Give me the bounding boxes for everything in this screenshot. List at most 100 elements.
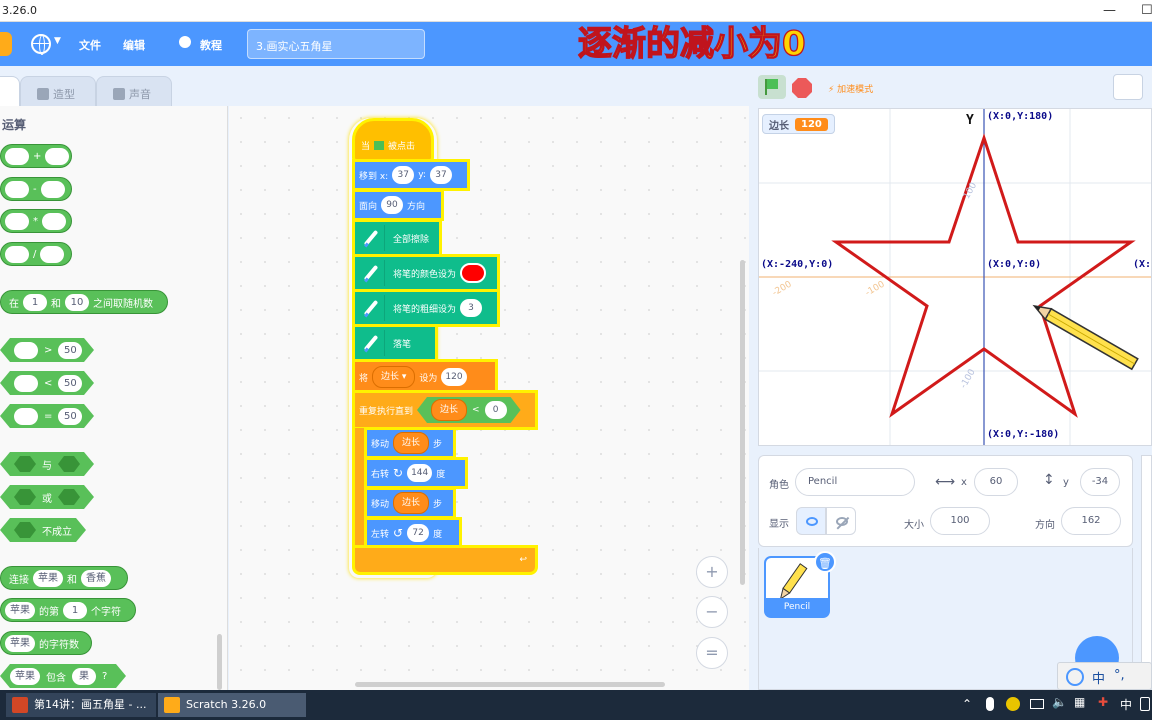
add-block[interactable]: + (0, 144, 72, 168)
code-vertical-scrollbar[interactable] (740, 260, 745, 585)
point-in-direction-block[interactable]: 面向 90 方向 (352, 189, 444, 221)
direction-input[interactable]: 90 (381, 196, 404, 214)
less-than-block[interactable]: <50 (0, 371, 94, 395)
slot[interactable]: 1 (23, 293, 47, 311)
taskbar-app-scratch[interactable]: Scratch 3.26.0 (158, 693, 306, 717)
slot[interactable] (14, 408, 38, 425)
slot[interactable] (5, 147, 29, 165)
and-block[interactable]: 与 (0, 452, 94, 476)
move-steps-block[interactable]: 移动 边长 步 (364, 487, 456, 519)
equals-block[interactable]: = 50 (0, 404, 94, 428)
stop-button[interactable] (792, 78, 812, 98)
chevron-down-icon[interactable]: ▼ (54, 36, 61, 46)
slot[interactable] (14, 375, 38, 392)
condition-slot[interactable]: 边长 < 0 (417, 397, 521, 423)
size-input[interactable]: 100 (930, 507, 990, 535)
value-input[interactable]: 120 (441, 368, 467, 386)
when-flag-clicked-block[interactable]: 当 被点击 (352, 118, 434, 162)
not-block[interactable]: 不成立 (0, 518, 86, 542)
degrees-input[interactable]: 72 (407, 524, 430, 542)
x-input[interactable]: 37 (392, 166, 415, 184)
tutorials-bulb-icon[interactable] (179, 36, 191, 48)
zoom-reset-button[interactable]: = (696, 637, 728, 669)
slot[interactable] (40, 180, 65, 198)
zoom-out-button[interactable]: − (696, 596, 728, 628)
tab-sounds[interactable]: 声音 (96, 76, 172, 108)
slot[interactable]: 果 (72, 668, 96, 685)
show-hidden-toggle[interactable] (826, 507, 856, 535)
pen-clear-block[interactable]: 全部擦除 (352, 219, 442, 257)
repeat-until-end[interactable]: ↩ (352, 545, 538, 575)
project-name-input[interactable]: 3.画实心五角星 (247, 29, 425, 59)
slot[interactable] (14, 489, 36, 505)
slot[interactable]: 50 (58, 342, 82, 359)
tray-chevron-icon[interactable]: ⌃ (962, 697, 972, 711)
microphone-icon[interactable] (986, 697, 994, 711)
join-block[interactable]: 连接 苹果 和 香蕉 (0, 566, 128, 590)
variable-reporter[interactable]: 边长 (431, 399, 467, 421)
variable-reporter[interactable]: 边长 (393, 432, 430, 454)
volume-icon[interactable]: 🔈 (1052, 695, 1067, 709)
tab-code[interactable] (0, 76, 20, 108)
slot[interactable] (42, 212, 66, 230)
ime-taskbar-indicator[interactable]: 中 (1120, 696, 1132, 713)
set-pen-size-block[interactable]: 将笔的粗细设为 3 (352, 289, 500, 327)
slot[interactable]: 香蕉 (81, 569, 111, 587)
set-pen-color-block[interactable]: 将笔的颜色设为 (352, 254, 500, 292)
contains-block[interactable]: 苹果 包含 果 ? (0, 664, 126, 688)
slot[interactable] (45, 147, 70, 165)
length-of-block[interactable]: 苹果 的字符数 (0, 631, 92, 655)
zoom-in-button[interactable]: + (696, 556, 728, 588)
or-block[interactable]: 或 (0, 485, 94, 509)
green-flag-button[interactable] (758, 75, 786, 99)
greater-than-block[interactable]: >50 (0, 338, 94, 362)
menu-file[interactable]: 文件 (79, 37, 101, 53)
ime-punctuation-icon[interactable]: °, (1114, 668, 1125, 683)
slot[interactable] (14, 522, 36, 538)
random-block[interactable]: 在 1 和 10 之间取随机数 (0, 290, 168, 314)
antivirus-icon[interactable]: ✚ (1098, 695, 1108, 709)
menu-edit[interactable]: 编辑 (123, 37, 145, 53)
stage-layout-button[interactable] (1113, 74, 1143, 100)
slot[interactable] (5, 180, 29, 198)
slot[interactable] (5, 245, 29, 263)
slot[interactable]: 50 (58, 375, 82, 392)
slot[interactable] (14, 342, 38, 359)
repeat-until-block[interactable]: 重复执行直到 边长 < 0 (352, 390, 538, 430)
slot[interactable] (40, 245, 65, 263)
tray-app-icon[interactable] (1006, 697, 1020, 711)
slot[interactable] (14, 456, 36, 472)
palette-scrollbar[interactable] (217, 634, 222, 690)
code-horizontal-scrollbar[interactable] (355, 682, 665, 687)
menu-tutorials[interactable]: 教程 (200, 37, 222, 53)
variable-reporter[interactable]: 边长 (393, 492, 430, 514)
variable-monitor[interactable]: 边长 120 (762, 114, 835, 134)
slot[interactable]: 50 (58, 408, 82, 425)
show-visible-toggle[interactable] (796, 507, 826, 535)
slot[interactable] (58, 456, 80, 472)
maximize-button[interactable]: ☐ (1141, 3, 1152, 18)
slot[interactable]: 10 (65, 293, 89, 311)
degrees-input[interactable]: 144 (407, 464, 433, 482)
battery-icon[interactable] (1030, 699, 1044, 709)
slot[interactable]: 苹果 (5, 601, 35, 619)
pen-down-block[interactable]: 落笔 (352, 324, 438, 362)
direction-input[interactable]: 162 (1061, 507, 1121, 535)
scratch-logo[interactable] (0, 32, 12, 56)
size-input[interactable]: 3 (460, 299, 483, 317)
goto-xy-block[interactable]: 移到 x: 37 y: 37 (352, 159, 470, 191)
ime-chinese-mode[interactable]: 中 (1092, 668, 1105, 687)
slot[interactable] (5, 212, 29, 230)
letter-of-block[interactable]: 苹果 的第 1 个字符 (0, 598, 136, 622)
x-input[interactable]: 60 (974, 468, 1018, 496)
language-globe-icon[interactable] (31, 34, 51, 55)
y-input[interactable]: 37 (429, 166, 452, 184)
move-steps-block[interactable]: 移动 边长 步 (364, 427, 456, 459)
delete-sprite-trash-icon[interactable]: 🗑 (814, 551, 836, 573)
subtract-block[interactable]: - (0, 177, 72, 201)
value-input[interactable]: 0 (485, 401, 507, 419)
color-picker-slot[interactable] (460, 263, 487, 283)
minimize-button[interactable]: — (1103, 3, 1116, 18)
slot[interactable] (58, 489, 80, 505)
divide-block[interactable]: / (0, 242, 72, 266)
